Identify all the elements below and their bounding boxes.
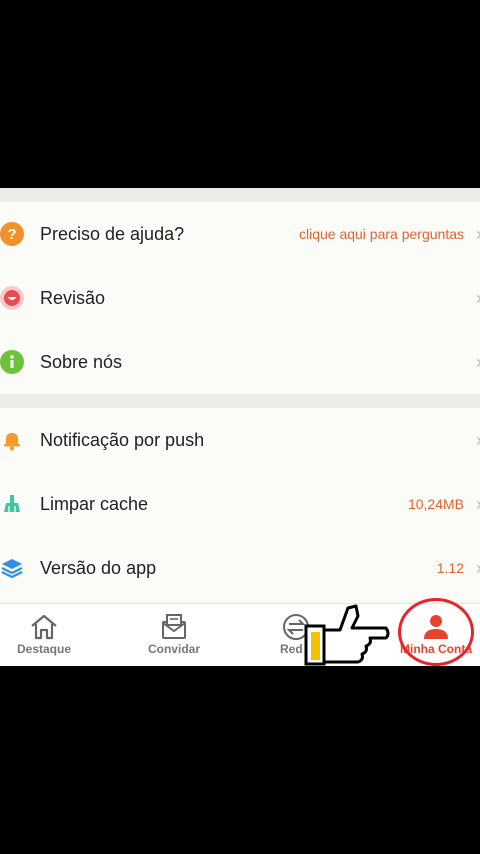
cache-size-value: 10,24MB xyxy=(407,496,464,512)
chevron-right-icon: › xyxy=(476,266,480,330)
row-app-version[interactable]: Versão do app 1.12 › xyxy=(0,536,480,600)
nav-label: Convidar xyxy=(147,642,200,656)
nav-label: Destaque xyxy=(16,642,72,656)
red-circle-annotation xyxy=(398,598,474,666)
app-version-value: 1.12 xyxy=(436,560,464,576)
home-icon xyxy=(28,610,60,644)
smile-icon xyxy=(0,286,24,310)
row-review[interactable]: Revisão › xyxy=(0,266,480,330)
row-push-notification[interactable]: Notificação por push › xyxy=(0,408,480,472)
chevron-right-icon: › xyxy=(476,330,480,394)
question-icon: ? xyxy=(0,222,24,246)
chevron-right-icon: › xyxy=(476,202,480,266)
mail-icon xyxy=(158,610,190,644)
row-label: Versão do app xyxy=(40,558,157,578)
nav-convidar[interactable]: Convidar xyxy=(134,604,214,666)
bell-icon xyxy=(0,428,24,452)
pointing-hand-icon xyxy=(304,604,390,666)
row-value: clique aqui para perguntas xyxy=(298,226,464,242)
chevron-right-icon: › xyxy=(476,536,480,600)
row-clear-cache[interactable]: Limpar cache 10,24MB › xyxy=(0,472,480,536)
info-icon xyxy=(0,350,24,374)
row-label: Revisão xyxy=(40,288,106,308)
nav-label: Red xyxy=(280,642,303,656)
nav-destaque[interactable]: Destaque xyxy=(4,604,84,666)
row-label: Notificação por push xyxy=(40,430,205,450)
row-label: Preciso de ajuda? xyxy=(40,224,185,244)
svg-text:?: ? xyxy=(7,226,16,243)
row-help[interactable]: ? Preciso de ajuda? clique aqui para per… xyxy=(0,202,480,266)
row-label: Limpar cache xyxy=(40,494,149,514)
row-about[interactable]: Sobre nós › xyxy=(0,330,480,394)
section-gap xyxy=(0,394,480,408)
row-label: Sobre nós xyxy=(40,352,123,372)
layers-icon xyxy=(0,556,24,580)
chevron-right-icon: › xyxy=(476,408,480,472)
settings-screen: ? Preciso de ajuda? clique aqui para per… xyxy=(0,188,480,666)
chevron-right-icon: › xyxy=(476,472,480,536)
broom-icon xyxy=(0,492,24,516)
section-gap xyxy=(0,188,480,202)
